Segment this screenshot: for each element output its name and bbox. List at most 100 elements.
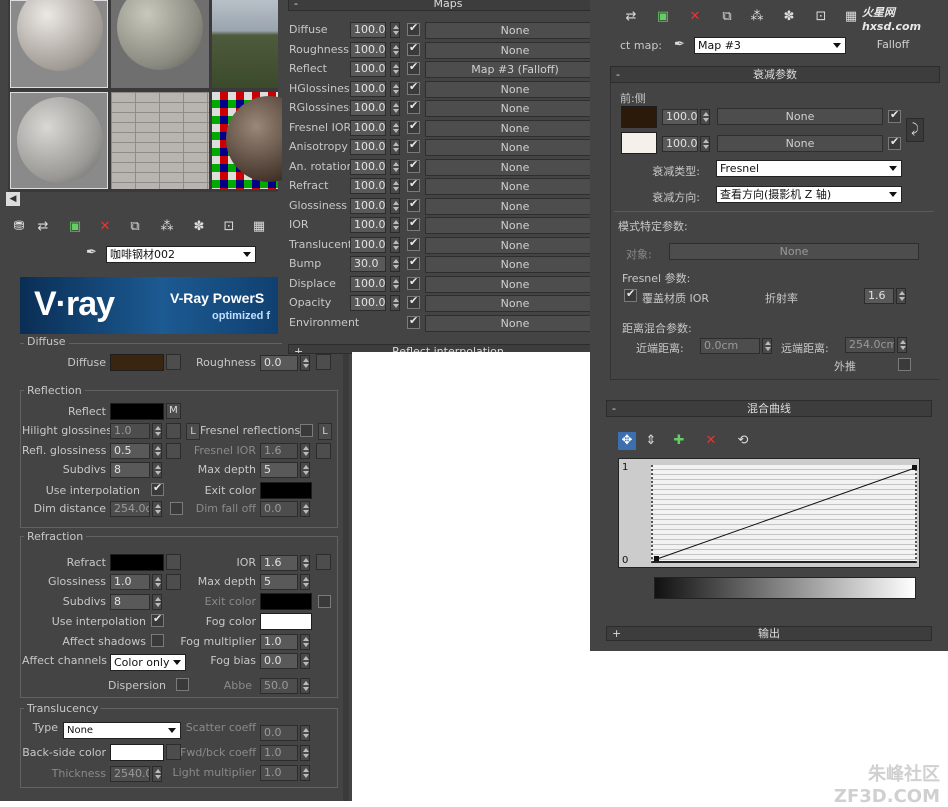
back-side-map-button[interactable]	[166, 744, 181, 760]
diffuse-map-button[interactable]	[166, 354, 181, 370]
falloff-ior-spinner[interactable]	[896, 288, 906, 304]
front-map-button[interactable]: None	[717, 108, 883, 125]
map-slot-button[interactable]: None	[425, 236, 605, 254]
map-slot-button[interactable]: None	[425, 22, 605, 39]
map-slot-button[interactable]: Map #3 (Falloff)	[425, 61, 605, 78]
map-enable-checkbox[interactable]	[407, 21, 420, 36]
map-slot-button[interactable]: None	[425, 197, 605, 215]
put-to-scene-icon[interactable]: ⇄	[622, 8, 640, 26]
map-slot-button[interactable]: None	[425, 139, 605, 156]
sample-slot-5[interactable]	[111, 92, 209, 189]
ior-spinner[interactable]	[300, 555, 310, 571]
refract-map-button[interactable]	[166, 554, 181, 570]
light-multiplier-spinner[interactable]	[300, 765, 310, 781]
material-id-icon[interactable]: ⊡	[812, 8, 830, 26]
map-slot-button[interactable]: None	[425, 314, 605, 332]
map-enable-checkbox[interactable]	[407, 314, 420, 329]
delete-point-icon[interactable]: ✕	[702, 432, 720, 450]
roughness-spinner[interactable]	[300, 355, 310, 371]
refr-glossiness-input[interactable]: 1.0	[110, 574, 150, 590]
sample-slot-6[interactable]	[212, 92, 312, 189]
map-slot-button[interactable]: None	[425, 295, 605, 312]
refl-exit-color-swatch[interactable]	[260, 482, 312, 499]
map-amount-spinner[interactable]	[390, 100, 400, 116]
map-enable-checkbox[interactable]	[407, 158, 420, 173]
map-amount-spinner[interactable]	[390, 197, 400, 214]
refr-subdivs-spinner[interactable]	[152, 594, 162, 610]
swap-colors-button[interactable]: ⤸	[906, 118, 924, 142]
mix-curve-header[interactable]: - 混合曲线	[606, 400, 932, 417]
reflect-color-swatch[interactable]	[110, 403, 164, 420]
map-enable-checkbox[interactable]	[407, 41, 420, 56]
sample-slot-1[interactable]	[10, 0, 108, 88]
back-side-color-swatch[interactable]	[110, 744, 164, 761]
fwd-bck-coeff-input[interactable]: 1.0	[260, 745, 298, 761]
scatter-coeff-spinner[interactable]	[300, 725, 310, 741]
fresnel-ior-spinner[interactable]	[300, 443, 310, 459]
falloff-ior-input[interactable]: 1.6	[864, 288, 894, 304]
light-multiplier-input[interactable]: 1.0	[260, 765, 298, 781]
map-amount-spinner[interactable]	[390, 217, 400, 233]
map-slot-button[interactable]: None	[425, 158, 605, 176]
ior-map-button[interactable]	[316, 554, 331, 570]
object-pick-button[interactable]: None	[669, 243, 919, 260]
assign-material-icon[interactable]: ▣	[66, 218, 84, 236]
roughness-map-button[interactable]	[316, 354, 331, 370]
map-slot-button[interactable]: None	[425, 41, 605, 59]
refl-max-depth-spinner[interactable]	[300, 462, 310, 478]
eyedropper-icon[interactable]: ✒	[86, 245, 97, 260]
map-amount-input[interactable]: 100.0	[350, 139, 386, 155]
map-slot-button[interactable]: None	[425, 256, 605, 273]
fresnel-ior-map-button[interactable]	[316, 443, 331, 459]
map-amount-spinner[interactable]	[390, 236, 400, 253]
map-enable-checkbox[interactable]	[407, 119, 420, 134]
map-enable-checkbox[interactable]	[407, 60, 420, 75]
map-amount-input[interactable]: 100.0	[350, 22, 386, 38]
falloff-direction-dropdown[interactable]: 查看方向(摄影机 Z 轴)	[716, 186, 902, 203]
map-enable-checkbox[interactable]	[407, 216, 420, 231]
map-slot-button[interactable]: None	[425, 119, 605, 137]
scatter-coeff-input[interactable]: 0.0	[260, 725, 298, 741]
map-amount-input[interactable]: 100.0	[350, 178, 386, 194]
fog-color-swatch[interactable]	[260, 613, 312, 630]
delete-icon[interactable]: ✕	[686, 8, 704, 26]
reset-curve-icon[interactable]: ⟲	[734, 432, 752, 450]
far-distance-spinner[interactable]	[897, 337, 907, 353]
dispersion-checkbox[interactable]	[176, 678, 189, 691]
map-amount-spinner[interactable]	[390, 119, 400, 136]
refr-exit-color-checkbox[interactable]	[318, 595, 331, 608]
make-copy-icon[interactable]: ⧉	[126, 218, 144, 236]
dim-distance-checkbox[interactable]	[170, 502, 183, 515]
output-header[interactable]: + 输出	[606, 626, 932, 641]
map-enable-checkbox[interactable]	[407, 80, 420, 95]
refr-subdivs-input[interactable]: 8	[110, 594, 150, 610]
map-amount-spinner[interactable]	[390, 22, 400, 38]
map-slot-button[interactable]: None	[425, 217, 605, 234]
maps-rollout-header[interactable]: - Maps	[288, 0, 608, 11]
scroll-left-button[interactable]: ◀	[6, 192, 20, 206]
refl-max-depth-input[interactable]: 5	[260, 462, 298, 478]
map-amount-input[interactable]: 100.0	[350, 217, 386, 233]
map-amount-input[interactable]: 100.0	[350, 197, 386, 214]
map-enable-checkbox[interactable]	[407, 197, 420, 212]
map-amount-input[interactable]: 100.0	[350, 119, 386, 136]
refl-use-interpolation-checkbox[interactable]	[151, 481, 164, 496]
get-material-icon[interactable]: ⛃	[10, 218, 28, 236]
falloff-type-dropdown[interactable]: Fresnel	[716, 160, 902, 177]
refr-glossiness-spinner[interactable]	[152, 574, 162, 590]
thickness-input[interactable]: 2540.0	[110, 766, 150, 782]
map-amount-spinner[interactable]	[390, 80, 400, 97]
translucency-type-dropdown[interactable]: None	[63, 722, 181, 739]
put-to-library-icon[interactable]: ✽	[780, 8, 798, 26]
side-color-swatch[interactable]	[621, 132, 657, 154]
map-amount-input[interactable]: 100.0	[350, 41, 386, 58]
move-point-icon[interactable]: ✥	[618, 432, 636, 450]
put-to-scene-icon[interactable]: ⇄	[34, 218, 52, 236]
map-type-button[interactable]: Falloff	[850, 37, 936, 54]
map-slot-button[interactable]: None	[425, 100, 605, 117]
map-enable-checkbox[interactable]	[407, 255, 420, 270]
fog-multiplier-input[interactable]: 1.0	[260, 634, 298, 650]
refl-glossiness-spinner[interactable]	[152, 443, 162, 459]
make-unique-icon[interactable]: ⁂	[748, 8, 766, 26]
map-amount-input[interactable]: 100.0	[350, 275, 386, 292]
